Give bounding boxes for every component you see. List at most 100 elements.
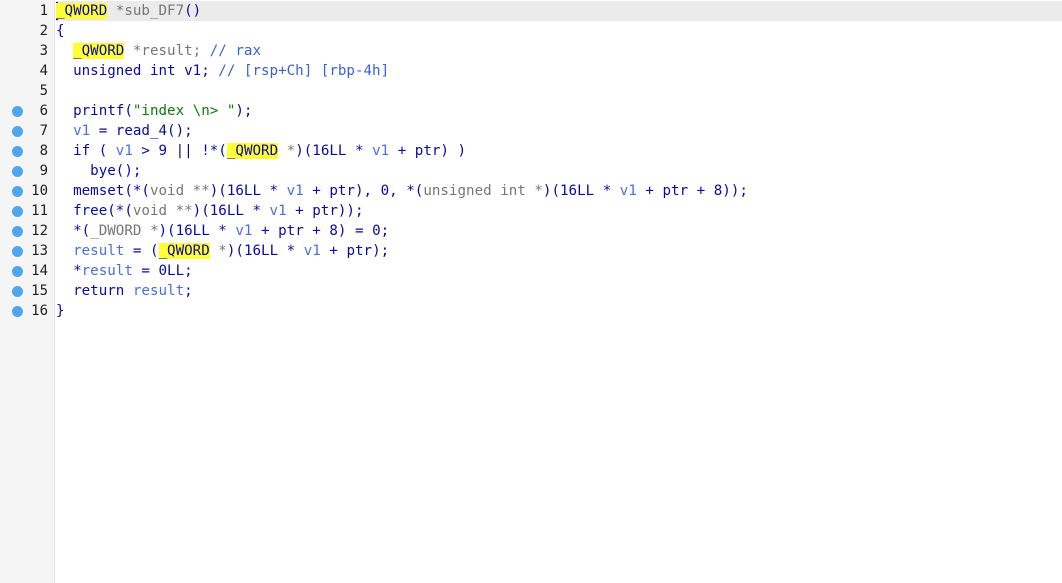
code-token: unsigned int * [423, 183, 543, 199]
code-line[interactable]: unsigned int v1; // [rsp+Ch] [rbp-4h] [56, 61, 389, 81]
code-line[interactable]: } [56, 301, 65, 321]
code-token: ; [184, 283, 193, 299]
variable-token[interactable]: result [73, 243, 124, 259]
code-token: void ** [132, 203, 193, 219]
gutter-row[interactable]: 10 [0, 181, 54, 201]
line-number: 8 [39, 143, 48, 159]
breakpoint-dot-icon[interactable] [12, 146, 23, 157]
code-line[interactable]: printf("index \n> "); [56, 101, 252, 121]
line-number: 12 [31, 223, 48, 239]
line-number: 5 [39, 83, 48, 99]
code-line[interactable]: { [56, 21, 65, 41]
gutter-row[interactable]: 6 [0, 101, 54, 121]
gutter-row[interactable]: 13 [0, 241, 54, 261]
gutter-row[interactable]: 15 [0, 281, 54, 301]
code-token: ); [235, 103, 253, 119]
line-number: 13 [31, 243, 48, 259]
gutter-row[interactable]: 16 [0, 301, 54, 321]
code-token: * [56, 263, 82, 279]
code-token: + ptr + 8)); [636, 183, 748, 199]
breakpoint-dot-icon[interactable] [12, 306, 23, 317]
variable-token[interactable]: v1 [287, 183, 304, 199]
breakpoint-dot-icon[interactable] [12, 126, 23, 137]
code-line[interactable]: _QWORD *sub_DF7() [56, 1, 201, 21]
code-line[interactable]: *result = 0LL; [56, 261, 193, 281]
line-number: 3 [39, 43, 48, 59]
code-token: = read_4(); [90, 123, 193, 139]
code-line[interactable]: bye(); [56, 161, 141, 181]
code-token: *( [56, 223, 91, 239]
code-token: )(16LL * [209, 183, 287, 199]
breakpoint-dot-icon[interactable] [12, 206, 23, 217]
type-name-token[interactable]: _QWORD [56, 3, 108, 19]
type-name-token[interactable]: _QWORD [226, 143, 279, 159]
code-area[interactable]: _QWORD *sub_DF7(){ _QWORD *result; // ra… [56, 0, 1062, 583]
code-token: memset(*( [56, 183, 150, 199]
string-literal-token: "index \n> " [132, 103, 236, 119]
breakpoint-dot-icon[interactable] [12, 286, 23, 297]
type-name-token[interactable]: _QWORD [158, 243, 210, 259]
code-line[interactable]: if ( v1 > 9 || !*(_QWORD *)(16LL * v1 + … [56, 141, 466, 161]
code-token: void ** [149, 183, 210, 199]
current-line-highlight [56, 1, 1062, 21]
gutter-row[interactable]: 4 [0, 61, 54, 81]
line-number: 15 [31, 283, 48, 299]
code-line[interactable]: result = (_QWORD *)(16LL * v1 + ptr); [56, 241, 389, 261]
code-token: printf( [56, 103, 133, 119]
gutter-row[interactable]: 9 [0, 161, 54, 181]
variable-token[interactable]: v1 [116, 143, 133, 159]
gutter-row[interactable]: 11 [0, 201, 54, 221]
code-line[interactable]: v1 = read_4(); [56, 121, 193, 141]
gutter-row[interactable]: 5 [0, 81, 54, 101]
breakpoint-dot-icon[interactable] [12, 266, 23, 277]
code-token: * [209, 243, 227, 259]
line-number: 7 [39, 123, 48, 139]
code-line[interactable]: _QWORD *result; // rax [56, 41, 261, 61]
code-line[interactable]: return result; [56, 281, 193, 301]
variable-token[interactable]: v1 [73, 123, 90, 139]
gutter-row[interactable]: 14 [0, 261, 54, 281]
code-line[interactable]: memset(*(void **)(16LL * v1 + ptr), 0, *… [56, 181, 748, 201]
code-line[interactable]: free(*(void **)(16LL * v1 + ptr)); [56, 201, 364, 221]
breakpoint-dot-icon[interactable] [12, 166, 23, 177]
pseudocode-editor[interactable]: 1 2 3 4 5 6 7 8 9 10 11 12 13 14 15 16 _QWORD *sub_DF7(… [0, 0, 1062, 583]
breakpoint-dot-icon[interactable] [12, 106, 23, 117]
line-number: 9 [39, 163, 48, 179]
line-number: 10 [31, 183, 48, 199]
variable-token[interactable]: v1 [304, 243, 321, 259]
code-token: + ptr + 8) = 0; [252, 223, 390, 239]
code-token: () [184, 3, 202, 19]
gutter-row[interactable]: 12 [0, 221, 54, 241]
gutter-row[interactable]: 7 [0, 121, 54, 141]
code-line[interactable]: *(_DWORD *)(16LL * v1 + ptr + 8) = 0; [56, 221, 389, 241]
code-token: bye(); [56, 163, 142, 179]
variable-token[interactable]: v1 [270, 203, 287, 219]
variable-token[interactable]: result [133, 283, 184, 299]
variable-token[interactable]: v1 [620, 183, 637, 199]
gutter-row[interactable]: 8 [0, 141, 54, 161]
variable-token[interactable]: v1 [235, 223, 252, 239]
breakpoint-dot-icon[interactable] [12, 226, 23, 237]
code-token: + ptr), 0, *( [303, 183, 424, 199]
code-token: = 0LL; [132, 263, 193, 279]
line-number: 4 [39, 63, 48, 79]
variable-token[interactable]: v1 [372, 143, 389, 159]
code-token: *sub_DF7 [107, 3, 185, 19]
gutter-row[interactable]: 3 [0, 41, 54, 61]
breakpoint-dot-icon[interactable] [12, 246, 23, 257]
line-number: 1 [39, 3, 48, 19]
line-number-gutter[interactable]: 1 2 3 4 5 6 7 8 9 10 11 12 13 14 15 16 [0, 0, 55, 583]
code-token: )(16LL * [542, 183, 620, 199]
breakpoint-dot-icon[interactable] [12, 186, 23, 197]
gutter-row[interactable]: 2 [0, 21, 54, 41]
variable-token[interactable]: result [82, 263, 133, 279]
code-token: )(16LL * [226, 243, 304, 259]
gutter-row[interactable]: 1 [0, 1, 54, 21]
code-token: + ptr)); [286, 203, 364, 219]
code-token: if ( [56, 143, 116, 159]
code-token: )(16LL * [295, 143, 373, 159]
type-name-token[interactable]: _QWORD [73, 43, 125, 59]
code-token: = ( [124, 243, 159, 259]
